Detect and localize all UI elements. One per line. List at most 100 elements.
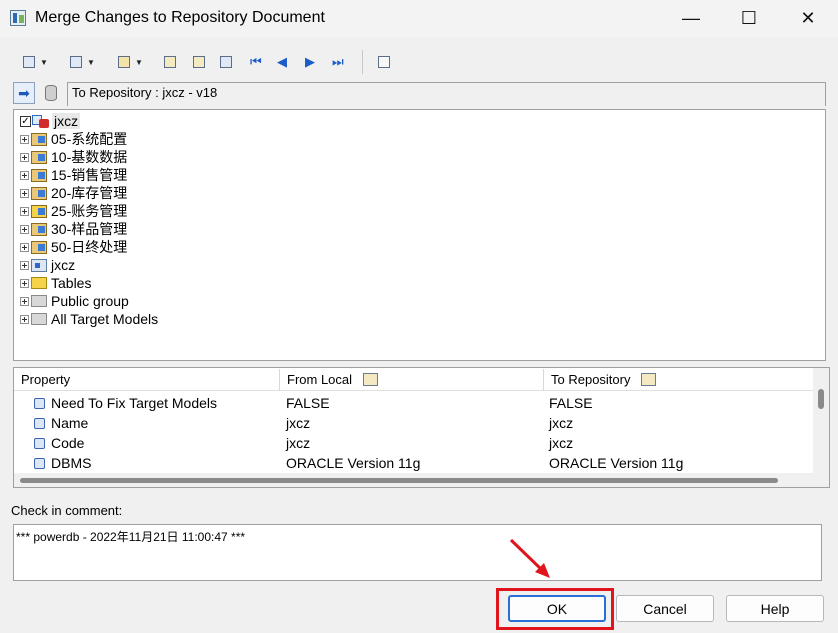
filter-dropdown-button[interactable]: ▼ <box>118 54 143 70</box>
tree-item-label: 30-样品管理 <box>51 221 128 237</box>
tree-item-label: 15-销售管理 <box>51 167 128 183</box>
comment-label: Check in comment: <box>11 503 123 518</box>
previous-change-button[interactable]: ◀ <box>277 54 287 70</box>
tree-item[interactable]: 20-库存管理 <box>20 184 127 202</box>
property-name: Need To Fix Target Models <box>34 393 217 413</box>
from-local-value: ORACLE Version 11g <box>286 455 421 471</box>
expand-icon[interactable] <box>20 296 29 306</box>
root-checkbox[interactable]: ✓ <box>20 115 31 127</box>
property-icon <box>34 397 45 409</box>
tree-item-label: Tables <box>51 275 92 291</box>
vertical-scrollbar[interactable] <box>813 368 829 487</box>
tree-item[interactable]: 10-基数数据 <box>20 148 127 166</box>
column-header-to-repository[interactable]: To Repository <box>544 369 814 391</box>
properties-icon[interactable] <box>363 373 379 386</box>
comment-textarea[interactable]: *** powerdb - 2022年11月21日 11:00:47 *** <box>13 524 822 581</box>
last-change-button[interactable]: ⏭ <box>332 54 344 70</box>
model-root-icon <box>32 114 50 128</box>
compare-button[interactable] <box>220 54 232 70</box>
property-icon <box>34 437 45 449</box>
tree-item[interactable]: jxcz <box>20 256 75 274</box>
from-local-value: FALSE <box>286 395 330 411</box>
tree-item-label: 20-库存管理 <box>51 185 128 201</box>
expand-icon[interactable] <box>20 152 29 162</box>
expand-icon[interactable] <box>20 188 29 198</box>
expand-icon[interactable] <box>20 260 29 270</box>
tree-item[interactable]: 05-系统配置 <box>20 130 127 148</box>
expand-icon[interactable] <box>20 224 29 234</box>
folder-icon <box>31 295 47 307</box>
from-local-value: jxcz <box>286 435 311 451</box>
folder-icon <box>31 313 47 325</box>
first-change-button[interactable]: ⏮ <box>250 54 262 70</box>
path-row: ➡ To Repository : jxcz - v18 <box>13 82 826 106</box>
tree-root-label: jxcz <box>52 113 81 129</box>
select-dropdown-button[interactable]: ▼ <box>23 54 48 70</box>
property-icon <box>34 457 45 469</box>
expand-icon[interactable] <box>20 242 29 252</box>
column-header-from-local[interactable]: From Local <box>280 369 544 391</box>
tree-item-label: Public group <box>51 293 129 309</box>
maximize-button[interactable]: ☐ <box>720 0 778 37</box>
package-icon <box>31 150 47 164</box>
property-name: Name <box>34 413 88 433</box>
package-icon <box>31 132 47 146</box>
find-icon <box>193 56 205 68</box>
property-name: DBMS <box>34 453 91 473</box>
properties-grid[interactable]: Property From Local To Repository Need T… <box>13 367 830 488</box>
merge-tree[interactable]: ✓ jxcz 05-系统配置 10-基数数据 15-销售管理 20-库存管理 2… <box>13 109 826 361</box>
to-repository-value: jxcz <box>549 435 574 451</box>
compare-icon <box>220 56 232 68</box>
tree-item-label: 50-日终处理 <box>51 239 128 255</box>
tree-item[interactable]: All Target Models <box>20 310 158 328</box>
scroll-thumb[interactable] <box>20 478 778 483</box>
to-repository-value: ORACLE Version 11g <box>549 455 684 471</box>
select-icon <box>23 56 35 68</box>
expand-icon[interactable] <box>20 278 29 288</box>
tree-item-label: 25-账务管理 <box>51 203 128 219</box>
tree-root[interactable]: ✓ jxcz <box>20 112 81 130</box>
filter-icon <box>118 56 130 68</box>
next-change-button[interactable]: ▶ <box>305 54 315 70</box>
properties-icon[interactable] <box>641 373 657 386</box>
tree-item[interactable]: 50-日终处理 <box>20 238 127 256</box>
find-button[interactable] <box>193 54 205 70</box>
toolbar-separator <box>362 50 363 74</box>
package-icon <box>31 240 47 254</box>
report-button[interactable] <box>378 54 390 70</box>
tree-item[interactable]: 15-销售管理 <box>20 166 127 184</box>
toolbar: ▼ ▼ ▼ <box>0 48 838 76</box>
tree-item-label: All Target Models <box>51 311 159 327</box>
model-icon <box>31 258 47 272</box>
merge-direction-button[interactable]: ➡ <box>13 82 35 104</box>
help-button[interactable]: Help <box>726 595 824 622</box>
tree-item[interactable]: 30-样品管理 <box>20 220 127 238</box>
horizontal-scrollbar[interactable] <box>14 473 814 487</box>
arrow-right-icon: ➡ <box>18 84 30 101</box>
copy-dropdown-button[interactable]: ▼ <box>70 54 95 70</box>
expand-icon[interactable] <box>20 314 29 324</box>
database-icon <box>45 85 57 101</box>
cancel-button[interactable]: Cancel <box>616 595 714 622</box>
ok-button[interactable]: OK <box>508 595 606 622</box>
to-repository-value: FALSE <box>549 395 593 411</box>
tree-item-label: 05-系统配置 <box>51 131 128 147</box>
tree-item[interactable]: Tables <box>20 274 91 292</box>
expand-icon[interactable] <box>20 134 29 144</box>
scroll-thumb[interactable] <box>818 389 824 409</box>
tree-item[interactable]: 25-账务管理 <box>20 202 127 220</box>
expand-icon[interactable] <box>20 170 29 180</box>
minimize-button[interactable]: — <box>662 0 720 37</box>
close-button[interactable]: ✕ <box>779 0 837 37</box>
package-icon <box>31 168 47 182</box>
chevron-down-icon: ▼ <box>40 57 48 67</box>
tree-item[interactable]: Public group <box>20 292 129 310</box>
column-header-property[interactable]: Property <box>14 369 280 391</box>
tree-item-label: 10-基数数据 <box>51 149 128 165</box>
package-icon <box>31 222 47 236</box>
window-title: Merge Changes to Repository Document <box>35 9 325 26</box>
expand-icon[interactable] <box>20 206 29 216</box>
chevron-down-icon: ▼ <box>87 57 95 67</box>
properties-button[interactable] <box>164 54 176 70</box>
warning-folder-icon <box>31 277 47 289</box>
